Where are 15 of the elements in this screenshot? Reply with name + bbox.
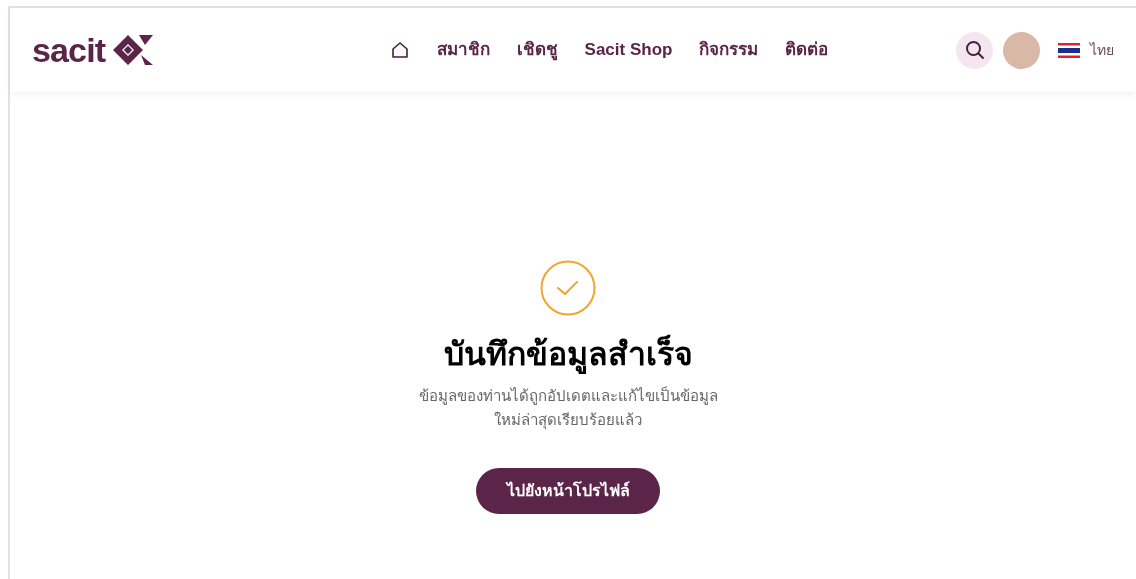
search-icon xyxy=(964,40,985,60)
nav-link[interactable]: กิจกรรม xyxy=(699,37,759,63)
logo-text[interactable]: sacit xyxy=(32,33,106,67)
flag-icon xyxy=(1058,42,1080,58)
search-button[interactable] xyxy=(956,31,993,69)
nav-link[interactable]: สมาชิก xyxy=(436,37,490,63)
check-circle-icon xyxy=(540,260,596,316)
success-message: ข้อมูลของท่านได้ถูกอัปเดตและแก้ไขเป็นข้อมูล ใหม่ล่าสุดเรียบร้อยแล้ว xyxy=(417,385,719,432)
nav-link[interactable]: ติดต่อ xyxy=(785,37,829,63)
profile-button[interactable]: ไปยังหน้าโปรไฟล์ xyxy=(476,468,660,514)
nav-link[interactable]: เชิดชู xyxy=(516,37,558,63)
nav-link[interactable]: Sacit Shop xyxy=(584,37,673,63)
home-icon[interactable] xyxy=(389,40,410,60)
success-title: บันทึกข้อมูลสำเร็จ xyxy=(443,334,693,374)
language-selector[interactable]: ไทย xyxy=(1090,39,1114,61)
